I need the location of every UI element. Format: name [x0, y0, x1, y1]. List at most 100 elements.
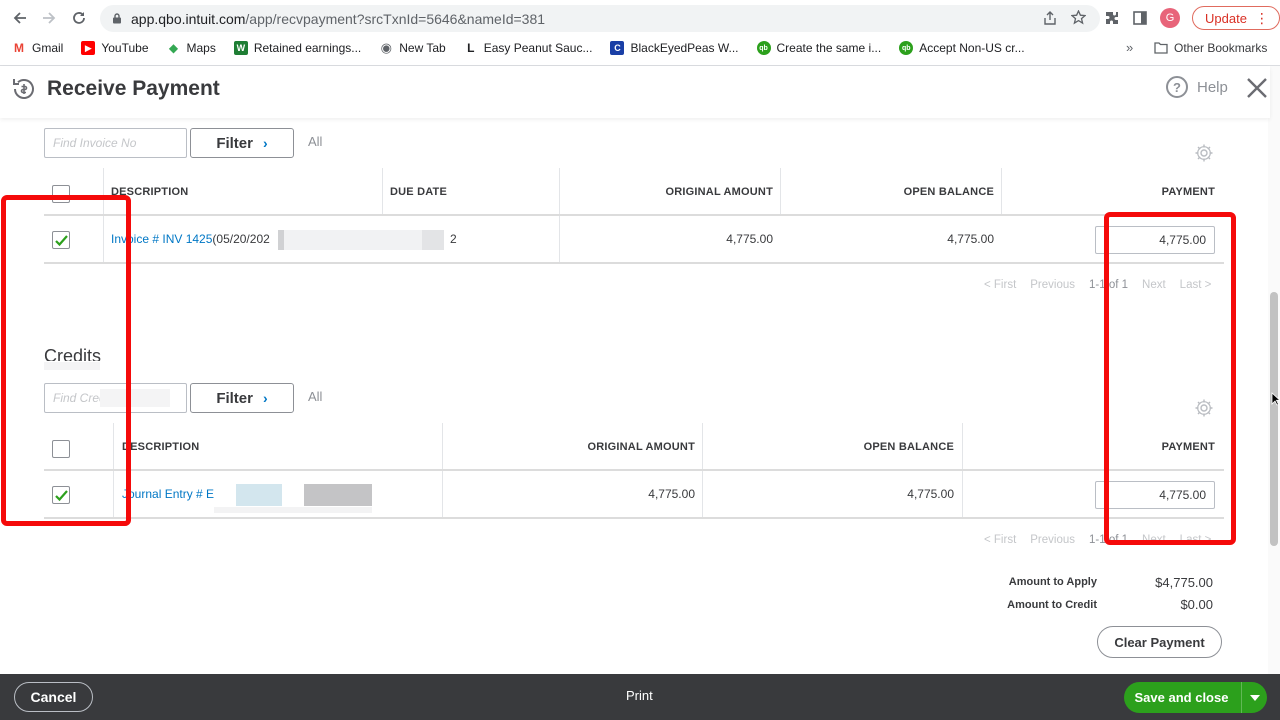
mouse-cursor-icon — [1271, 392, 1280, 406]
chevron-right-icon: › — [263, 135, 268, 151]
select-all-invoices-checkbox[interactable] — [52, 185, 70, 203]
footer-bar: Cancel Print Save and close — [0, 674, 1280, 720]
credit-table-header: DESCRIPTION ORIGINAL AMOUNT OPEN BALANCE… — [44, 423, 1224, 471]
cancel-button[interactable]: Cancel — [14, 682, 93, 712]
other-bookmarks[interactable]: Other Bookmarks — [1154, 36, 1267, 60]
bookmark-item[interactable]: qb Accept Non-US cr... — [899, 41, 1025, 55]
folder-icon — [1154, 42, 1168, 54]
sidepanel-icon[interactable] — [1132, 10, 1148, 26]
bookmark-item[interactable]: ▶ YouTube — [81, 41, 149, 55]
bookmarks-bar: M Gmail ▶ YouTube ◆ Maps W Retained earnings...… — [0, 36, 1280, 60]
credit-row-checkbox[interactable] — [52, 486, 70, 504]
share-icon[interactable] — [1043, 10, 1057, 25]
filter-label: Filter — [216, 389, 253, 407]
invoice-filter-button[interactable]: Filter › — [190, 128, 294, 158]
pager-last[interactable]: Last > — [1180, 534, 1212, 546]
pager-next[interactable]: Next — [1142, 279, 1166, 291]
col-original-amount: ORIGINAL AMOUNT — [665, 186, 773, 198]
print-link[interactable]: Print — [626, 688, 653, 703]
close-icon[interactable] — [1245, 76, 1269, 100]
table-row: Journal Entry # E 4,775.00 4,775.00 — [44, 471, 1224, 519]
redacted-area — [214, 507, 372, 513]
col-due-date: DUE DATE — [390, 186, 448, 198]
address-bar[interactable]: app.qbo.intuit.com/app/recvpayment?srcTx… — [100, 5, 1100, 32]
bookmark-label: Easy Peanut Sauc... — [483, 41, 593, 55]
credit-filter-button[interactable]: Filter › — [190, 383, 294, 413]
bookmarks-overflow-icon[interactable]: » — [1126, 40, 1133, 55]
browser-toolbar: app.qbo.intuit.com/app/recvpayment?srcTx… — [0, 0, 1280, 36]
bookmark-label: Retained earnings... — [253, 41, 362, 55]
credit-open-balance: 4,775.00 — [907, 487, 954, 501]
col-open-balance: OPEN BALANCE — [903, 186, 994, 198]
col-payment: PAYMENT — [1161, 441, 1215, 453]
bookmark-item[interactable]: M Gmail — [12, 41, 63, 55]
amount-to-apply-value: $4,775.00 — [1155, 575, 1213, 590]
journal-entry-link[interactable]: Journal Entry # E — [122, 487, 214, 501]
pager-first[interactable]: < First — [984, 279, 1016, 291]
checkmark-icon — [55, 235, 68, 247]
more-vert-icon: ⋮ — [1254, 10, 1269, 26]
receive-payment-icon — [13, 79, 34, 99]
pager-first[interactable]: < First — [984, 534, 1016, 546]
help-icon: ? — [1166, 76, 1188, 98]
caret-down-icon — [1249, 694, 1260, 701]
amount-to-apply-label: Amount to Apply — [1008, 576, 1097, 588]
profile-avatar[interactable]: G — [1160, 8, 1180, 28]
invoice-link[interactable]: Invoice # INV 1425 — [111, 232, 212, 246]
clear-payment-button[interactable]: Clear Payment — [1097, 626, 1222, 658]
invoice-date-text: (05/20/202 — [212, 232, 270, 246]
bookmark-item[interactable]: ◆ Maps — [167, 41, 216, 55]
col-open-balance: OPEN BALANCE — [863, 441, 954, 453]
redacted-area — [422, 230, 444, 250]
credit-payment-input[interactable] — [1095, 481, 1215, 509]
credit-description: Journal Entry # E — [122, 471, 214, 517]
bookmark-item[interactable]: C BlackEyedPeas W... — [610, 41, 739, 55]
credit-settings-gear-icon[interactable] — [1194, 398, 1214, 418]
forward-icon[interactable] — [38, 7, 60, 29]
redacted-area — [304, 484, 372, 506]
bookmark-label: Maps — [186, 41, 216, 55]
bookmark-item[interactable]: ◉ New Tab — [379, 40, 446, 55]
pager-range: 1-1 of 1 — [1089, 534, 1129, 546]
url-text: app.qbo.intuit.com/app/recvpayment?srcTx… — [131, 10, 546, 27]
update-button[interactable]: Update ⋮ — [1192, 6, 1280, 30]
find-invoice-input[interactable] — [44, 128, 187, 158]
c-icon: C — [610, 41, 625, 55]
invoice-original-amount: 4,775.00 — [726, 232, 773, 246]
redacted-area — [278, 230, 284, 250]
invoice-description: Invoice # INV 1425 (05/20/202 — [111, 216, 270, 262]
globe-icon: ◉ — [380, 40, 392, 55]
pager-previous[interactable]: Previous — [1030, 279, 1075, 291]
bookmark-item[interactable]: W Retained earnings... — [233, 41, 362, 55]
pager-previous[interactable]: Previous — [1030, 534, 1075, 546]
redacted-area — [44, 362, 100, 370]
scrollbar-thumb[interactable] — [1270, 292, 1278, 546]
qb-icon: qb — [899, 41, 914, 55]
save-options-dropdown[interactable] — [1241, 682, 1267, 713]
pager-last[interactable]: Last > — [1180, 279, 1212, 291]
other-bookmarks-label: Other Bookmarks — [1174, 41, 1268, 55]
pager-range: 1-1 of 1 — [1089, 279, 1129, 291]
help-button[interactable]: ? Help — [1166, 76, 1228, 98]
back-icon[interactable] — [9, 7, 31, 29]
help-label: Help — [1197, 78, 1228, 96]
invoice-open-balance: 4,775.00 — [947, 232, 994, 246]
save-and-close-button[interactable]: Save and close — [1124, 682, 1267, 713]
invoice-table-header: DESCRIPTION DUE DATE ORIGINAL AMOUNT OPE… — [44, 168, 1224, 216]
table-row: Invoice # INV 1425 (05/20/202 2 4,775.00… — [44, 216, 1224, 264]
star-icon[interactable] — [1071, 10, 1086, 25]
select-all-credits-checkbox[interactable] — [52, 440, 70, 458]
reload-icon[interactable] — [68, 7, 90, 29]
credit-original-amount: 4,775.00 — [648, 487, 695, 501]
bookmark-item[interactable]: L Easy Peanut Sauc... — [464, 41, 593, 55]
bookmark-item[interactable]: qb Create the same i... — [756, 41, 881, 55]
maps-icon: ◆ — [168, 41, 179, 55]
extensions-icon[interactable] — [1104, 10, 1120, 26]
redacted-area — [100, 389, 170, 407]
invoice-settings-gear-icon[interactable] — [1194, 143, 1214, 163]
page-header: Receive Payment ? Help — [0, 66, 1270, 118]
bookmark-label: Accept Non-US cr... — [919, 41, 1025, 55]
invoice-payment-input[interactable] — [1095, 226, 1215, 254]
invoice-row-checkbox[interactable] — [52, 231, 70, 249]
pager-next[interactable]: Next — [1142, 534, 1166, 546]
